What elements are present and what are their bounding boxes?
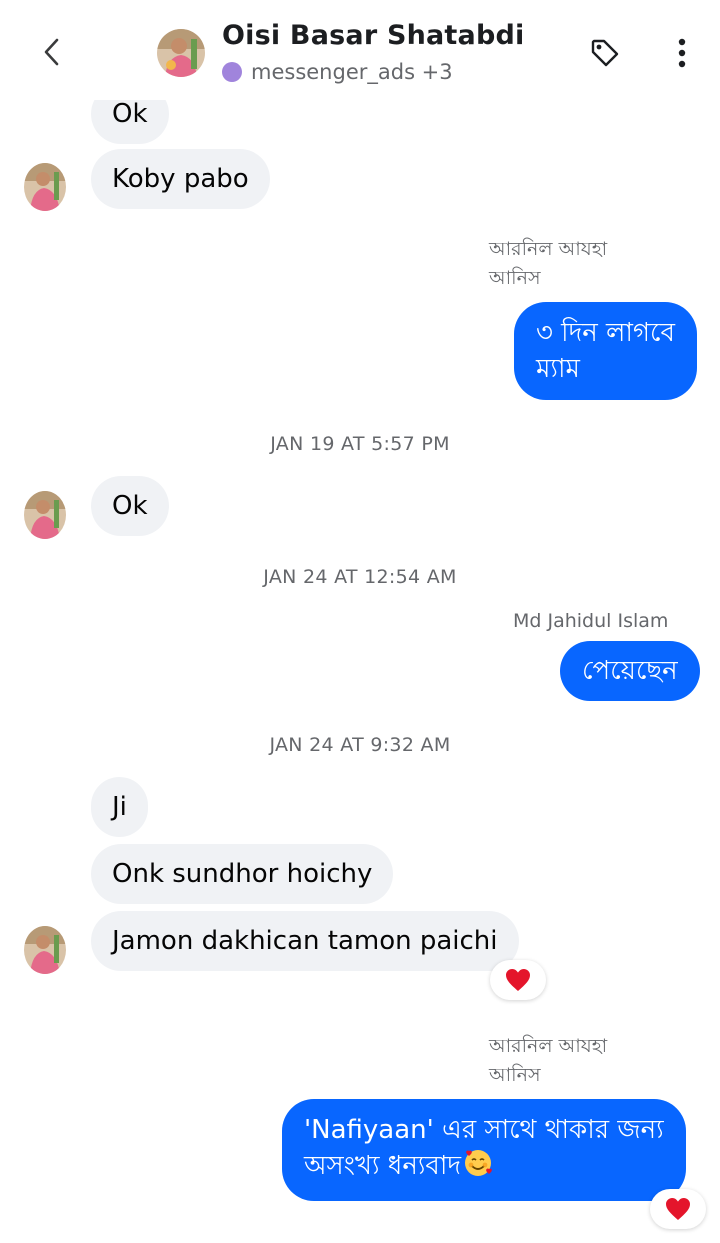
sender-name: আরনিল আযহা আনিস: [489, 1035, 608, 1086]
heart-icon: [666, 1198, 690, 1220]
contact-name[interactable]: Oisi Basar Shatabdi: [222, 20, 524, 51]
message-reaction[interactable]: [490, 960, 546, 1000]
more-vertical-icon: [678, 38, 686, 68]
timestamp-divider: JAN 24 AT 9:32 AM: [269, 734, 451, 756]
message-incoming[interactable]: Ji: [91, 777, 148, 837]
tag-button[interactable]: [586, 34, 624, 72]
sender-avatar: [24, 491, 66, 539]
sender-avatar: [24, 926, 66, 974]
message-outgoing[interactable]: 'Nafiyaan' এর সাথে থাকার জন্য অসংখ্য ধন্…: [282, 1099, 686, 1201]
message-incoming[interactable]: Koby pabo: [91, 149, 270, 209]
message-outgoing[interactable]: পেয়েছেন: [560, 641, 700, 701]
timestamp-divider: JAN 19 AT 5:57 PM: [270, 433, 450, 455]
contact-labels[interactable]: messenger_ads +3: [222, 60, 453, 84]
sender-name: Md Jahidul Islam: [513, 610, 669, 632]
heart-icon: [506, 969, 530, 991]
chevron-left-icon: [44, 38, 59, 66]
timestamp-divider: JAN 24 AT 12:54 AM: [263, 566, 457, 588]
contact-avatar[interactable]: [157, 29, 205, 77]
message-outgoing[interactable]: ৩ দিন লাগবে ম্যাম: [514, 302, 697, 400]
smiling-face-with-hearts-icon: [463, 1148, 493, 1188]
sender-name: আরনিল আযহা আনিস: [489, 238, 608, 289]
tag-icon: [591, 39, 619, 67]
back-button[interactable]: [34, 34, 70, 70]
message-reaction[interactable]: [650, 1189, 706, 1229]
labels-text: messenger_ads +3: [251, 60, 453, 84]
message-incoming[interactable]: Jamon dakhican tamon paichi: [91, 911, 519, 971]
sender-avatar: [24, 163, 66, 211]
message-incoming[interactable]: Ok: [91, 476, 169, 536]
chat-header: Oisi Basar Shatabdi messenger_ads +3: [0, 0, 720, 100]
more-options-button[interactable]: [664, 34, 700, 72]
message-incoming[interactable]: Onk sundhor hoichy: [91, 844, 394, 904]
label-dot: [222, 62, 242, 82]
